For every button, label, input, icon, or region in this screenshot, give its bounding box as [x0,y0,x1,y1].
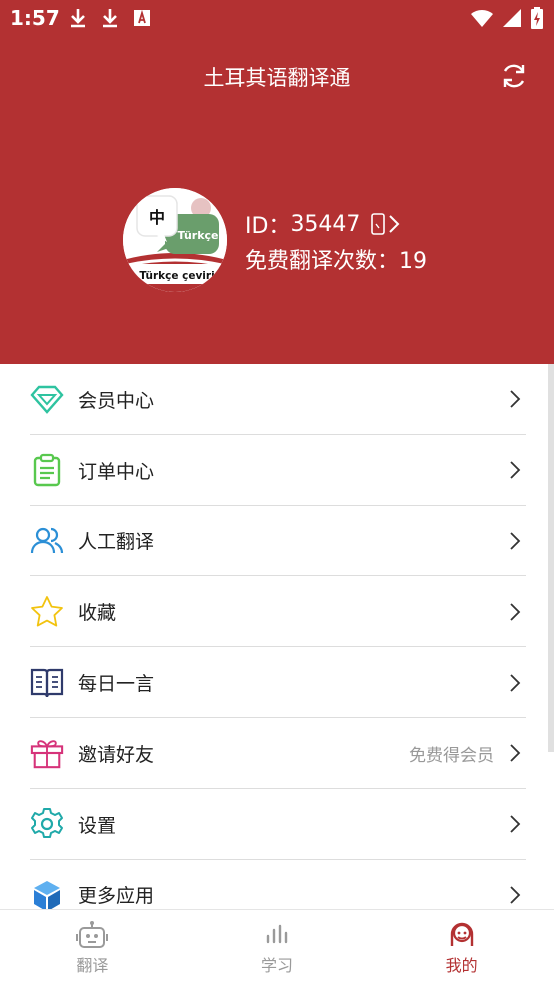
avatar-caption: Türkçe çeviri [139,270,214,282]
tab-label: 翻译 [76,956,109,975]
free-count-label: 免费翻译次数： [245,249,400,274]
tab-translate[interactable]: 翻译 [0,910,185,984]
battery-icon [531,7,543,29]
menu-item-label: 设置 [78,814,117,837]
menu-item-label: 收藏 [78,602,117,625]
chevron-right-icon [510,744,521,763]
scrollbar[interactable] [548,364,554,752]
menu-item-label: 人工翻译 [78,531,155,554]
user-id-value: 35447 [290,211,361,237]
status-time: 1:57 [10,6,60,30]
profile-header: 1:57 土耳其语翻译通 中 Türkçe Türkçe çeviri ID： … [0,0,554,364]
menu-item-label: 邀请好友 [78,743,155,766]
tab-study[interactable]: 学习 [185,910,370,984]
signal-icon [503,9,521,27]
system-status-icons [470,7,544,29]
app-logo: 中 Türkçe Türkçe çeviri [123,188,227,292]
chevron-right-icon [510,390,521,409]
user-id-label: ID： [245,214,291,239]
book-icon [30,666,64,700]
bottom-tab-bar: 翻译 学习 我的 [0,909,554,984]
chevron-right-icon [510,815,521,833]
chevron-right-icon [510,603,521,621]
profile-menu: 会员中心 订单中心 人工翻译 收藏 每日一言 邀请好友 免费得会员 设置 更多应… [0,364,554,930]
menu-item-human-translation[interactable]: 人工翻译 [0,506,554,577]
menu-item-favorites[interactable]: 收藏 [0,576,554,648]
menu-item-label: 更多应用 [78,885,155,908]
people-icon [30,524,64,558]
bar-chart-icon [266,924,288,944]
chevron-right-icon [510,532,521,550]
free-count-value: 19 [399,249,428,274]
cube-icon [30,878,64,912]
user-id-row[interactable]: ID： 35447 [245,208,400,240]
phone-icon [371,213,386,235]
menu-item-invite-friends[interactable]: 邀请好友 免费得会员 [0,718,554,789]
star-icon [30,595,64,629]
tab-label: 我的 [445,956,478,975]
menu-item-label: 会员中心 [78,389,155,412]
gift-icon [30,736,64,770]
menu-item-settings[interactable]: 设置 [0,789,554,860]
avatar[interactable]: 中 Türkçe Türkçe çeviri [123,188,227,292]
chevron-right-icon [510,886,521,904]
robot-icon [76,921,109,948]
menu-item-label: 订单中心 [78,460,155,483]
tab-mine[interactable]: 我的 [369,910,554,984]
wifi-icon [471,9,493,27]
menu-item-vip-center[interactable]: 会员中心 [0,364,554,435]
diamond-icon [30,382,64,416]
refresh-icon[interactable] [499,61,529,91]
status-bar: 1:57 [0,0,554,38]
profile-face-icon [450,922,473,946]
chevron-right-icon [510,461,521,479]
app-notification-icon [134,9,150,26]
avatar-zh-text: 中 [149,208,165,227]
chevron-right-icon [389,215,400,233]
notification-icons [68,7,152,29]
clipboard-icon [30,453,64,487]
invite-reward-hint: 免费得会员 [409,745,494,766]
chevron-right-icon [510,673,521,692]
free-translation-count: 免费翻译次数：19 [245,243,427,275]
menu-item-label: 每日一言 [78,673,155,696]
download-icon [103,9,117,28]
avatar-tr-text: Türkçe [177,229,218,242]
page-title: 土耳其语翻译通 [203,66,351,90]
tab-label: 学习 [261,956,294,975]
download-icon [71,9,85,28]
gear-icon [30,807,64,841]
menu-item-order-center[interactable]: 订单中心 [0,435,554,506]
menu-item-daily-quote[interactable]: 每日一言 [0,647,554,718]
